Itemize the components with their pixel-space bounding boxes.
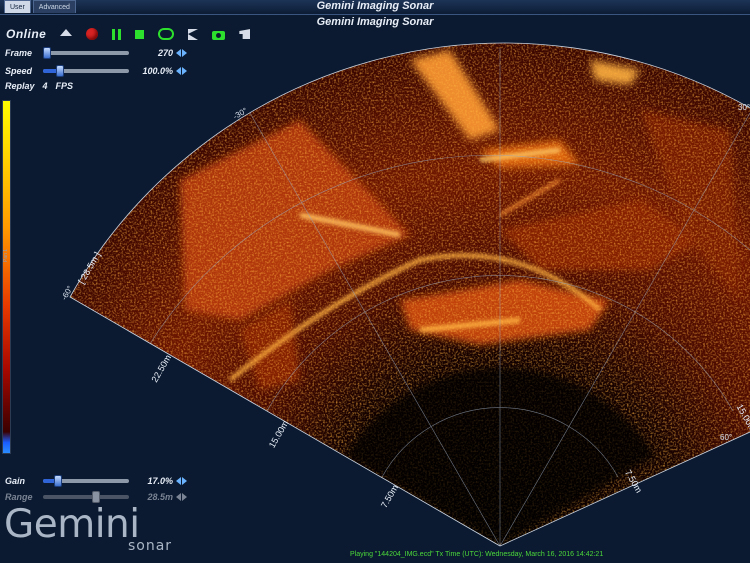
- frame-value: 270: [157, 48, 173, 58]
- record-icon[interactable]: [86, 28, 99, 40]
- speed-control: Speed 100.0%: [5, 64, 187, 78]
- stop-icon[interactable]: [135, 29, 145, 39]
- arrow-right-icon: [182, 493, 187, 501]
- gain-slider[interactable]: [43, 475, 129, 487]
- playback-status: Playing "144204_IMG.ecd" Tx Time (UTC): …: [350, 551, 604, 558]
- gain-control: Gain 17.0%: [5, 474, 187, 488]
- gemini-logo: Gemini: [4, 502, 140, 547]
- sonar-logo: sonar: [128, 538, 173, 554]
- slider-thumb[interactable]: [53, 475, 62, 487]
- speed-slider[interactable]: [43, 65, 129, 77]
- window-title: Gemini Imaging Sonar: [316, 0, 434, 12]
- speed-label: Speed: [5, 66, 33, 76]
- frame-slider[interactable]: [43, 47, 129, 59]
- arrow-right-icon[interactable]: [182, 67, 187, 75]
- replay-label: Replay: [5, 81, 35, 91]
- flag-icon[interactable]: [188, 28, 199, 40]
- arrow-left-icon: [176, 493, 181, 501]
- angle-label: 30°: [738, 103, 750, 112]
- gain-label: Gain: [5, 476, 26, 486]
- replay-rate: Replay 4 FPS: [5, 81, 73, 91]
- camera-icon[interactable]: [212, 31, 226, 40]
- pause-icon[interactable]: [112, 28, 122, 40]
- range-label: Range: [5, 492, 33, 502]
- video-icon[interactable]: [239, 29, 251, 39]
- range-ring-label: 15.00m: [267, 419, 291, 450]
- title-bar: User Advanced Gemini Imaging Sonar: [0, 0, 750, 15]
- replay-value: 4: [42, 81, 48, 91]
- range-ring-label: 7.50m: [379, 483, 400, 510]
- speed-value: 100.0%: [142, 66, 173, 76]
- connection-status: Online: [6, 27, 47, 41]
- gain-value: 17.0%: [147, 476, 173, 486]
- angle-label: 60°: [720, 433, 732, 442]
- range-ring-label: 22.50m: [149, 353, 173, 384]
- arrow-left-icon[interactable]: [176, 477, 181, 485]
- slider-thumb[interactable]: [56, 65, 65, 77]
- arrow-left-icon[interactable]: [176, 49, 181, 57]
- frame-label: Frame: [5, 48, 33, 58]
- range-value: 28.5m: [147, 492, 173, 502]
- frame-control: Frame 270: [5, 46, 187, 60]
- loop-icon[interactable]: [158, 28, 175, 40]
- replay-unit: FPS: [55, 81, 74, 91]
- intensity-colorbar: [2, 100, 11, 454]
- arrow-right-icon[interactable]: [182, 477, 187, 485]
- arrow-left-icon[interactable]: [176, 67, 181, 75]
- toolbar: Online: [6, 26, 251, 42]
- slider-thumb[interactable]: [43, 47, 52, 59]
- arrow-right-icon[interactable]: [182, 49, 187, 57]
- range-slider: [43, 491, 129, 503]
- colorbar-label: Pan 1: [3, 248, 9, 262]
- eject-icon[interactable]: [60, 28, 73, 36]
